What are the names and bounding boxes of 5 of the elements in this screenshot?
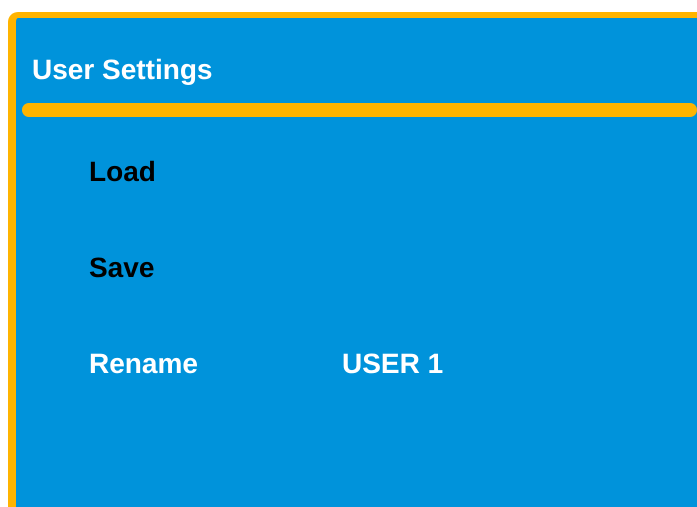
menu-item[interactable]: Rename <box>89 347 342 381</box>
item-value: USER 1 <box>342 347 444 381</box>
menu-item[interactable]: Load <box>89 155 342 189</box>
menu-item[interactable]: Save <box>89 251 342 285</box>
window-title: User Settings <box>32 53 212 87</box>
